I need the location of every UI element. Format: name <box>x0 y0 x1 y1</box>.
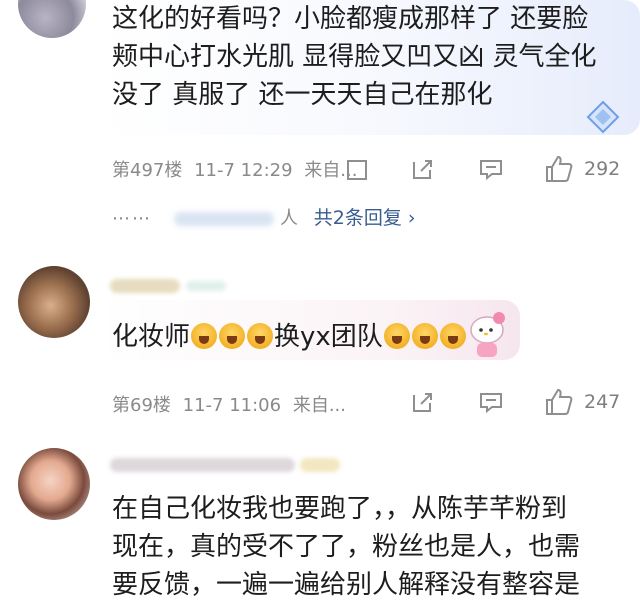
avatar[interactable] <box>18 448 90 520</box>
comment-text: 在自己化妆我也要跑了，，从陈芋芊粉到 现在，真的受不了了，粉丝也是人，也需 要反… <box>112 490 580 604</box>
comment-line: 在自己化妆我也要跑了，，从陈芋芊粉到 <box>112 494 568 524</box>
username-blurred[interactable] <box>110 458 295 472</box>
user-badge-blurred <box>300 458 340 472</box>
comment-line: 要反馈，一遍一遍给别人解释没有整容是 <box>112 570 581 600</box>
comment-3: 在自己化妆我也要跑了，，从陈芋芊粉到 现在，真的受不了了，粉丝也是人，也需 要反… <box>0 0 640 601</box>
comment-line: 现在，真的受不了了，粉丝也是人，也需 <box>112 532 581 562</box>
